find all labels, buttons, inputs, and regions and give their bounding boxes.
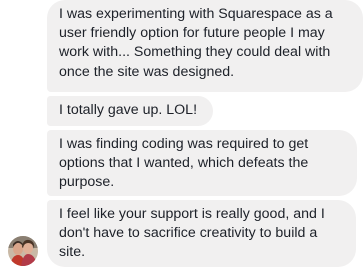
message-bubble: I totally gave up. LOL! [47, 96, 213, 126]
avatar-photo-icon [8, 236, 38, 266]
message-thread: I was experimenting with Squarespace as … [0, 0, 363, 278]
message-bubble: I was experimenting with Squarespace as … [47, 0, 363, 92]
message-bubble: I was finding coding was required to get… [47, 130, 357, 196]
sender-avatar[interactable] [8, 236, 38, 266]
message-bubble: I feel like your support is really good,… [47, 200, 356, 267]
